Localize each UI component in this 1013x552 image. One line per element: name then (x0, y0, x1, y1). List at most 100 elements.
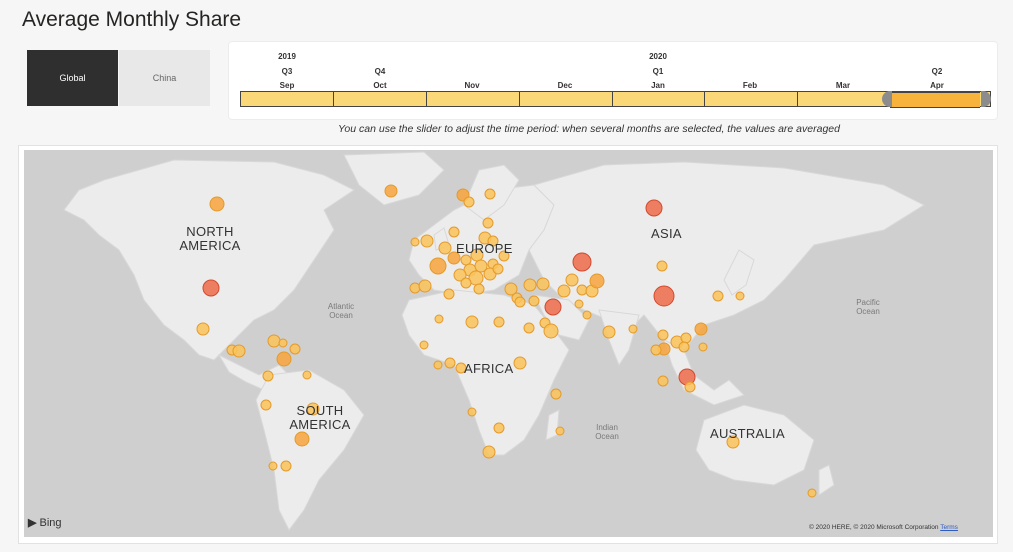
map-bubble-marker[interactable] (735, 291, 745, 301)
map-bubble-marker[interactable] (650, 344, 662, 356)
map-bubble-marker[interactable] (482, 217, 494, 229)
terms-link[interactable]: Terms (940, 524, 958, 531)
map-bubble-marker[interactable] (268, 461, 278, 471)
map-bubble-marker[interactable] (280, 460, 292, 472)
map-bubble-marker[interactable] (448, 226, 460, 238)
map-bubble-marker[interactable] (409, 282, 421, 294)
map-bubble-marker[interactable] (653, 285, 675, 307)
map-bubble-marker[interactable] (429, 257, 447, 275)
map-bubble-marker[interactable] (294, 431, 310, 447)
map-bubble-marker[interactable] (582, 310, 592, 320)
map-bubble-marker[interactable] (276, 351, 292, 367)
map-bubble-marker[interactable] (267, 334, 281, 348)
map-bubble-marker[interactable] (574, 299, 584, 309)
map-bubble-marker[interactable] (434, 314, 444, 324)
map-bubble-marker[interactable] (572, 252, 592, 272)
map-bubble-marker[interactable] (433, 360, 443, 370)
map-bubble-marker[interactable] (467, 407, 477, 417)
global-button[interactable]: Global (27, 50, 118, 106)
bing-label: Bing (39, 517, 62, 529)
map-bubble-marker[interactable] (444, 357, 456, 369)
map-bubble-marker[interactable] (463, 196, 475, 208)
map-bubble-marker[interactable] (493, 422, 505, 434)
timeline-segment-feb[interactable] (704, 91, 798, 107)
timeline-selected-range[interactable] (890, 92, 980, 108)
map-bubble-marker[interactable] (278, 338, 288, 348)
map-bubble-marker[interactable] (684, 381, 696, 393)
map-bubble-marker[interactable] (523, 278, 537, 292)
map-bubble-marker[interactable] (232, 344, 246, 358)
map-bubble-marker[interactable] (680, 332, 692, 344)
map-bubble-marker[interactable] (473, 283, 485, 295)
map-bubble-marker[interactable] (807, 488, 817, 498)
map-bubble-marker[interactable] (484, 188, 496, 200)
map-bubble-marker[interactable] (202, 279, 220, 297)
map-bubble-marker[interactable] (493, 316, 505, 328)
map-bubble-marker[interactable] (544, 298, 562, 316)
map-bubble-marker[interactable] (523, 322, 535, 334)
ocean-label-indian: Indian Ocean (587, 423, 627, 441)
map-bubble-marker[interactable] (460, 277, 472, 289)
timeline-segment-jan[interactable] (611, 91, 705, 107)
map-bubble-marker[interactable] (550, 388, 562, 400)
map-bubble-marker[interactable] (712, 290, 724, 302)
continent-label-line: AMERICA (179, 238, 241, 253)
timeline-segment-nov[interactable] (425, 91, 519, 107)
map-bubble-marker[interactable] (528, 295, 540, 307)
map-bubble-marker[interactable] (536, 277, 550, 291)
map-bubble-marker[interactable] (576, 284, 588, 296)
timeline-segment-sep[interactable] (240, 91, 333, 107)
month-label: Feb (742, 81, 758, 90)
month-label: Dec (557, 81, 573, 90)
map-bubble-marker[interactable] (302, 370, 312, 380)
map-bubble-marker[interactable] (419, 340, 429, 350)
continent-label-europe: EUROPE (456, 241, 513, 256)
map-bubble-marker[interactable] (513, 356, 527, 370)
map-bubble-marker[interactable] (557, 284, 571, 298)
map-bubble-marker[interactable] (657, 375, 669, 387)
world-map[interactable]: NORTH AMERICA EUROPE ASIA AFRICA SOUTH A… (24, 150, 993, 537)
map-bubble-marker[interactable] (460, 254, 472, 266)
map-bubble-marker[interactable] (656, 260, 668, 272)
slider-hint-text: You can use the slider to adjust the tim… (338, 123, 840, 135)
map-bubble-marker[interactable] (482, 445, 496, 459)
map-bubble-marker[interactable] (260, 399, 272, 411)
month-label: Apr (930, 81, 944, 90)
map-bubble-marker[interactable] (492, 263, 504, 275)
timeline-segment-dec[interactable] (518, 91, 612, 107)
map-bubble-marker[interactable] (555, 426, 565, 436)
range-start-handle[interactable] (882, 91, 892, 107)
timeline-track[interactable] (240, 91, 991, 107)
map-bubble-marker[interactable] (694, 322, 708, 336)
continent-label-south-america: SOUTH AMERICA (282, 404, 358, 432)
map-bubble-marker[interactable] (589, 273, 605, 289)
map-bubble-marker[interactable] (657, 329, 669, 341)
ocean-label-line: Indian (596, 423, 618, 432)
map-bubble-marker[interactable] (262, 370, 274, 382)
continent-label-line: NORTH (186, 224, 234, 239)
timeline-segment-oct[interactable] (332, 91, 426, 107)
timeline-slider-card (228, 41, 998, 120)
map-bubble-marker[interactable] (196, 322, 210, 336)
timeline-segment-mar[interactable] (797, 91, 891, 107)
map-bubble-marker[interactable] (420, 234, 434, 248)
map-bubble-marker[interactable] (514, 296, 526, 308)
map-bubble-marker[interactable] (418, 279, 432, 293)
map-bubble-marker[interactable] (645, 199, 663, 217)
map-bubble-marker[interactable] (384, 184, 398, 198)
map-bubble-marker[interactable] (698, 342, 708, 352)
ocean-label-atlantic: Atlantic Ocean (321, 302, 361, 320)
map-bubble-marker[interactable] (465, 315, 479, 329)
map-bubble-marker[interactable] (678, 341, 690, 353)
map-bubble-marker[interactable] (410, 237, 420, 247)
map-bubble-marker[interactable] (543, 323, 559, 339)
map-bubble-marker[interactable] (443, 288, 455, 300)
map-bubble-marker[interactable] (565, 273, 579, 287)
month-label: Jan (651, 81, 665, 90)
map-bubble-marker[interactable] (438, 241, 452, 255)
map-bubble-marker[interactable] (289, 343, 301, 355)
map-bubble-marker[interactable] (209, 196, 225, 212)
map-bubble-marker[interactable] (602, 325, 616, 339)
map-bubble-marker[interactable] (628, 324, 638, 334)
china-button[interactable]: China (119, 50, 210, 106)
